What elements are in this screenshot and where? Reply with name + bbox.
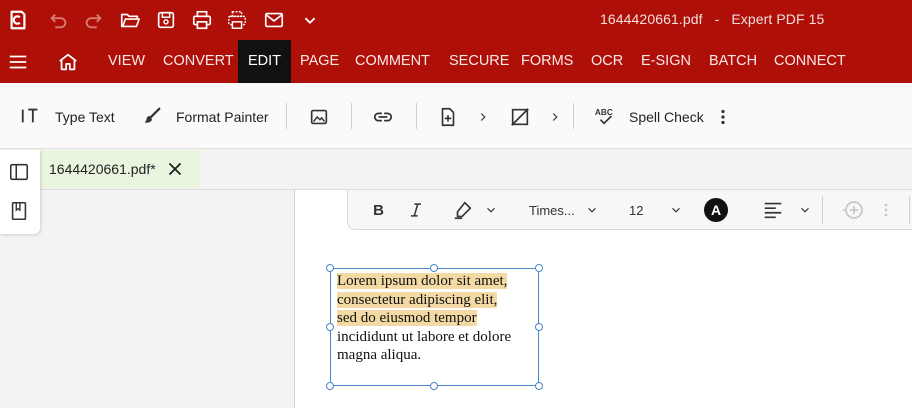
hamburger-menu-icon[interactable]	[6, 50, 30, 74]
menu-forms[interactable]: FORMS	[521, 40, 573, 83]
tab-document-label: 1644420661.pdf*	[49, 161, 156, 177]
print-icon[interactable]	[190, 8, 214, 32]
tab-document[interactable]: 1644420661.pdf*	[40, 150, 200, 188]
close-icon[interactable]	[164, 158, 186, 185]
menu-view[interactable]: VIEW	[108, 40, 145, 83]
more-options-icon[interactable]	[876, 199, 896, 221]
font-family-value: Times...	[529, 202, 575, 218]
menu-batch[interactable]: BATCH	[709, 40, 757, 83]
document-title: 1644420661.pdf - Expert PDF 15	[600, 11, 825, 27]
highlighted-text-line: Lorem ipsum dolor sit amet,	[337, 273, 508, 289]
format-painter-label: Format Painter	[176, 109, 269, 125]
font-size-value: 12	[629, 202, 644, 218]
app-logo-icon[interactable]	[6, 8, 30, 32]
chevron-right-icon[interactable]	[548, 105, 562, 129]
highlighter-icon[interactable]	[452, 199, 474, 221]
menu-esign[interactable]: E-SIGN	[641, 40, 691, 83]
resize-handle[interactable]	[326, 323, 334, 331]
email-icon[interactable]	[262, 8, 286, 32]
title-bar: 1644420661.pdf - Expert PDF 15	[0, 0, 912, 40]
font-color-letter: A	[704, 198, 728, 222]
highlighted-text-line: sed do eiusmod tempor	[337, 310, 477, 326]
resize-handle[interactable]	[430, 264, 438, 272]
chevron-down-icon[interactable]	[484, 199, 498, 221]
home-icon[interactable]	[56, 50, 80, 74]
type-text-button[interactable]: Type Text	[20, 105, 115, 129]
menu-comment[interactable]: COMMENT	[355, 40, 430, 83]
spell-check-button[interactable]: ABC Spell Check	[594, 105, 704, 129]
text-line: magna aliqua.	[337, 347, 422, 363]
menu-bar: VIEW CONVERT EDIT PAGE COMMENT SECURE FO…	[0, 40, 912, 83]
bookmark-icon[interactable]	[8, 200, 30, 227]
add-circle-icon[interactable]	[841, 199, 865, 221]
resize-handle[interactable]	[430, 382, 438, 390]
chevron-right-icon[interactable]	[476, 105, 490, 129]
menu-convert[interactable]: CONVERT	[163, 40, 234, 83]
resize-handle[interactable]	[326, 382, 334, 390]
menu-ocr[interactable]: OCR	[591, 40, 623, 83]
spell-check-label: Spell Check	[629, 109, 704, 125]
add-page-icon[interactable]	[437, 105, 459, 129]
open-folder-icon[interactable]	[118, 8, 142, 32]
resize-handle[interactable]	[326, 264, 334, 272]
type-text-icon	[20, 105, 42, 130]
batch-print-icon[interactable]	[225, 8, 249, 32]
image-icon[interactable]	[308, 105, 330, 129]
save-icon[interactable]	[154, 8, 178, 32]
menu-edit[interactable]: EDIT	[238, 40, 292, 83]
align-left-icon[interactable]	[762, 199, 784, 221]
chevron-down-icon[interactable]	[798, 199, 812, 221]
panel-toggle-icon[interactable]	[8, 161, 30, 188]
side-panel	[0, 150, 40, 234]
chevron-down-icon	[672, 207, 681, 213]
text-box-content[interactable]: Lorem ipsum dolor sit amet, consectetur …	[337, 272, 537, 365]
svg-text:B: B	[373, 202, 384, 219]
font-size-select[interactable]: 12	[629, 199, 683, 221]
resize-handle[interactable]	[535, 264, 543, 272]
resize-handle[interactable]	[535, 382, 543, 390]
highlighted-text-line: consectetur adipiscing elit,	[337, 291, 498, 308]
redo-icon[interactable]	[82, 8, 106, 32]
svg-text:ABC: ABC	[595, 108, 613, 117]
redact-icon[interactable]	[509, 105, 531, 129]
link-icon[interactable]	[372, 105, 394, 129]
italic-icon[interactable]	[406, 199, 426, 221]
text-line: incididunt ut labore et dolore	[337, 328, 512, 345]
undo-icon[interactable]	[46, 8, 70, 32]
type-text-label: Type Text	[55, 109, 115, 125]
brush-icon	[141, 105, 163, 130]
font-color-button[interactable]: A	[704, 198, 728, 222]
menu-page[interactable]: PAGE	[300, 40, 339, 83]
dropdown-chevron-icon[interactable]	[298, 8, 322, 32]
bold-icon[interactable]: B	[369, 199, 389, 221]
edit-ribbon: Type Text Format Painter ABC Spell Check	[0, 83, 912, 149]
format-painter-button[interactable]: Format Painter	[141, 105, 269, 129]
menu-connect[interactable]: CONNECT	[774, 40, 846, 83]
font-family-select[interactable]: Times...	[529, 199, 599, 221]
more-options-icon[interactable]	[712, 105, 734, 129]
menu-secure[interactable]: SECURE	[449, 40, 509, 83]
text-format-bar: B Times... 12 A	[347, 190, 912, 230]
spell-check-icon: ABC	[594, 105, 616, 130]
chevron-down-icon	[587, 207, 596, 213]
